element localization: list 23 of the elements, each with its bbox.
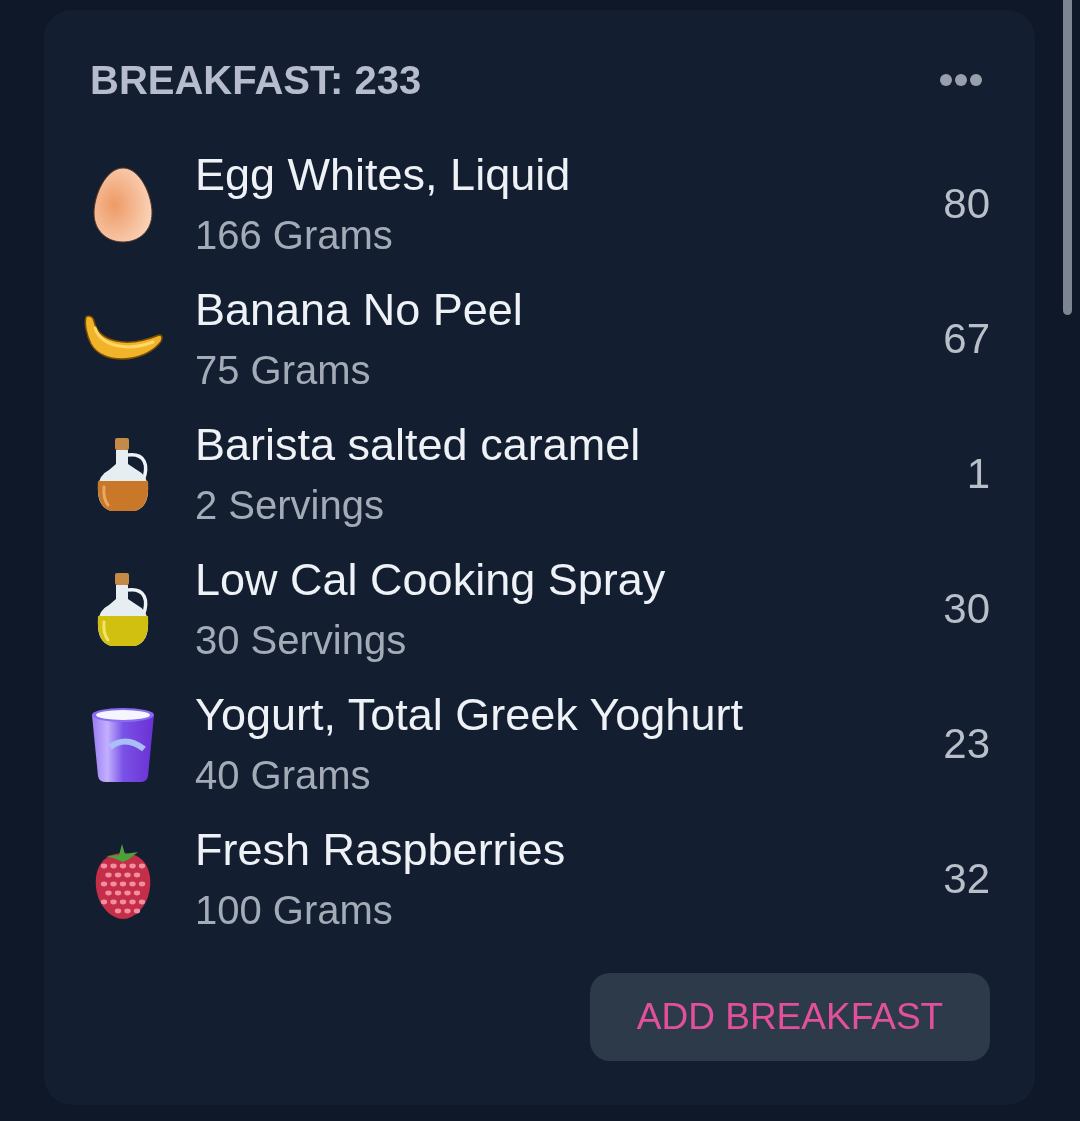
yogurt-cup-icon xyxy=(90,707,156,783)
calorie-count: 1 xyxy=(966,450,990,498)
food-name[interactable]: Low Cal Cooking Spray xyxy=(195,555,944,605)
food-amount: 40 Grams xyxy=(195,752,372,799)
food-amount: 166 Grams xyxy=(195,212,394,259)
scrollbar-thumb[interactable] xyxy=(1063,0,1072,315)
calorie-count: 23 xyxy=(943,720,990,768)
food-amount: 75 Grams xyxy=(195,347,372,394)
food-name[interactable]: Barista salted caramel xyxy=(195,420,967,470)
calorie-count: 67 xyxy=(943,315,990,363)
calorie-count: 30 xyxy=(943,585,990,633)
calorie-count: 80 xyxy=(943,180,990,228)
food-name[interactable]: Banana No Peel xyxy=(195,285,944,335)
ellipsis-icon xyxy=(940,74,982,86)
food-amount: 30 Servings xyxy=(195,617,408,664)
food-amount: 2 Servings xyxy=(195,482,385,529)
egg-icon xyxy=(93,167,153,243)
meal-title: BREAKFAST: 233 xyxy=(90,57,422,104)
food-name[interactable]: Fresh Raspberries xyxy=(195,825,944,875)
calorie-count: 32 xyxy=(943,855,990,903)
food-name[interactable]: Egg Whites, Liquid xyxy=(195,150,944,200)
food-name[interactable]: Yogurt, Total Greek Yoghurt xyxy=(195,690,944,740)
food-amount: 100 Grams xyxy=(195,887,394,934)
